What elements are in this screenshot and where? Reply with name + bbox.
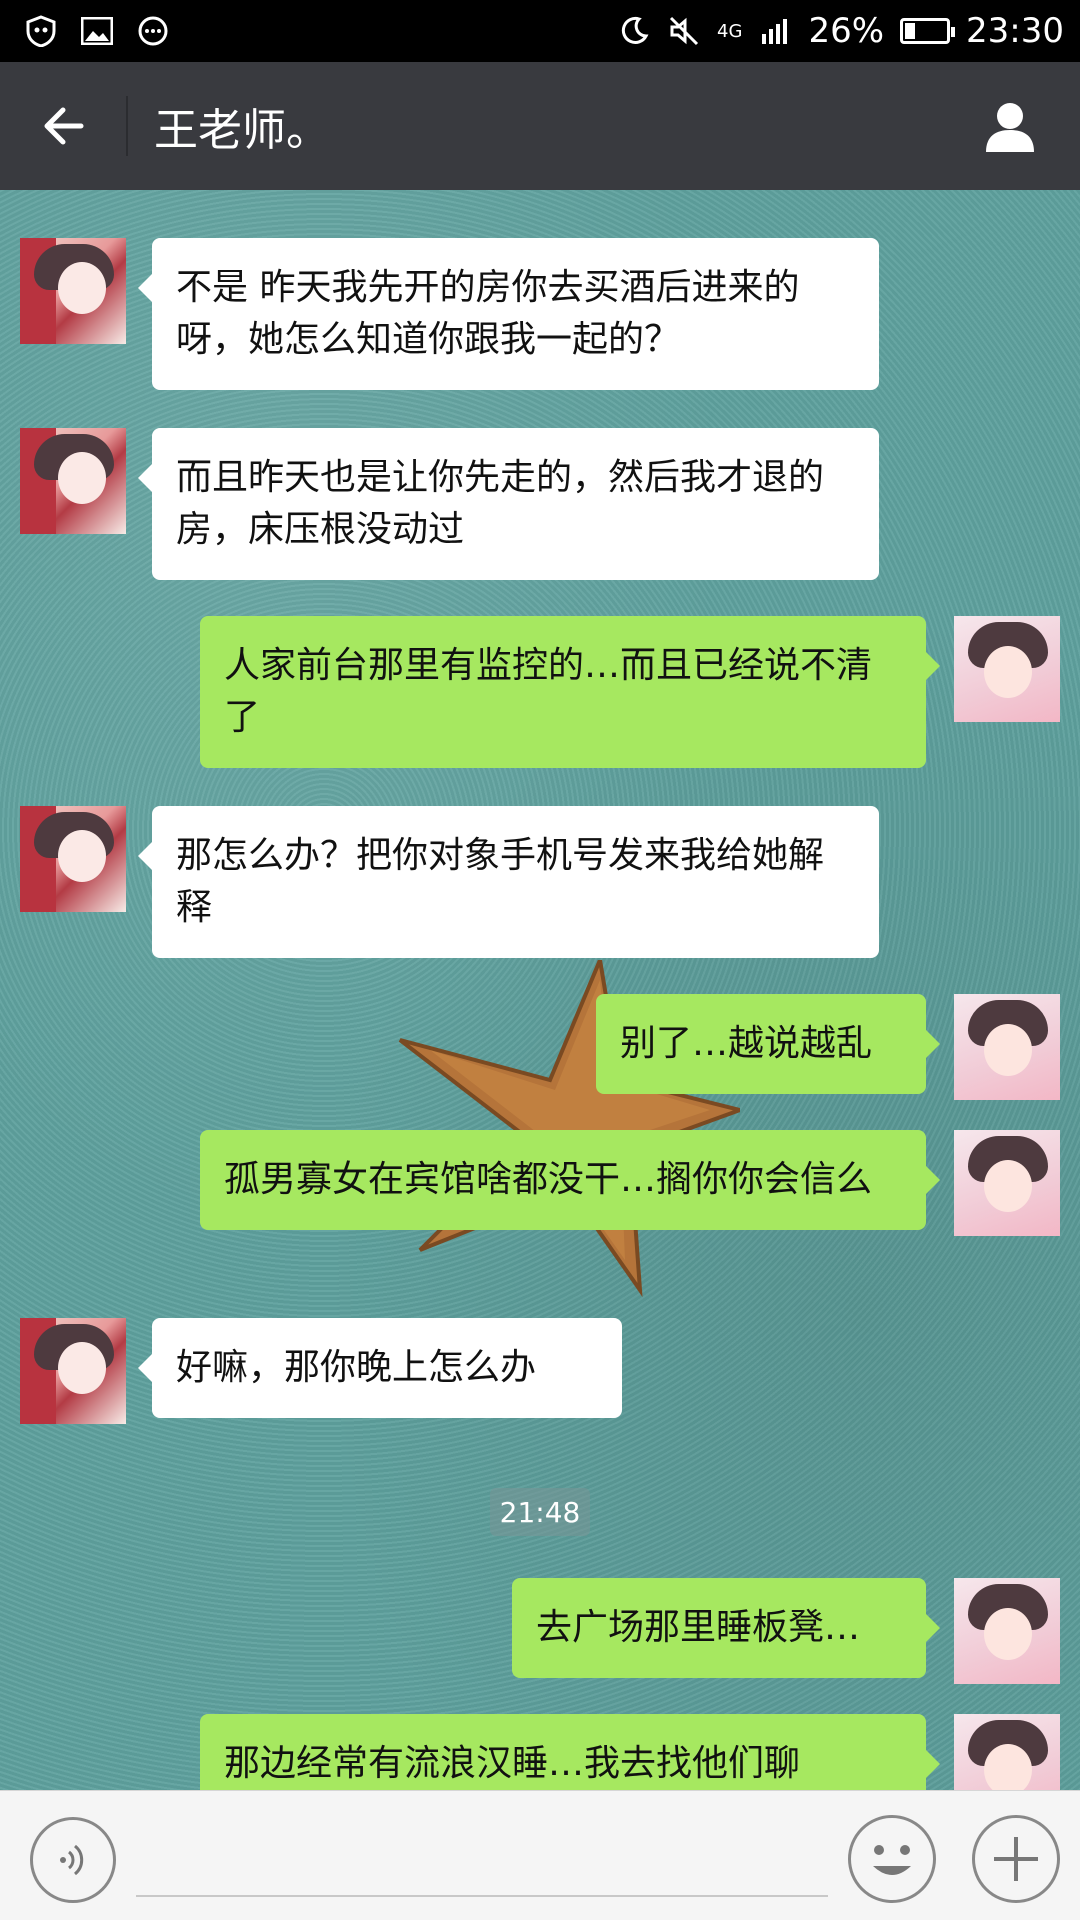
chat-title: 王老师。 bbox=[154, 105, 330, 156]
outgoing-message[interactable]: 孤男寡女在宾馆啥都没干…搁你你会信么 bbox=[200, 1130, 940, 1230]
clock: 23:30 bbox=[966, 11, 1064, 51]
emoji-button[interactable] bbox=[848, 1815, 936, 1903]
emoji-icon bbox=[873, 1845, 911, 1875]
chat-area[interactable]: 不是 昨天我先开的房你去买酒后进来的呀，她怎么知道你跟我一起的？ 而且昨天也是让… bbox=[0, 190, 1080, 1790]
incoming-message[interactable]: 不是 昨天我先开的房你去买酒后进来的呀，她怎么知道你跟我一起的？ bbox=[138, 238, 879, 390]
outgoing-message[interactable]: 那边经常有流浪汉睡…我去找他们聊 bbox=[200, 1714, 940, 1790]
header-divider bbox=[126, 96, 128, 156]
person-icon bbox=[986, 103, 1034, 152]
battery-icon bbox=[900, 18, 956, 44]
user-avatar[interactable] bbox=[954, 1130, 1060, 1236]
more-button[interactable] bbox=[972, 1815, 1060, 1903]
battery-percent: 26% bbox=[808, 11, 885, 51]
plus-icon bbox=[994, 1837, 1038, 1881]
back-button[interactable] bbox=[0, 62, 126, 190]
outgoing-message[interactable]: 去广场那里睡板凳… bbox=[512, 1578, 940, 1678]
gallery-icon bbox=[80, 14, 114, 48]
contact-avatar[interactable] bbox=[20, 238, 126, 344]
user-avatar[interactable] bbox=[954, 1578, 1060, 1684]
outgoing-message[interactable]: 别了…越说越乱 bbox=[596, 994, 940, 1094]
contact-avatar[interactable] bbox=[20, 1318, 126, 1424]
arrow-left-icon bbox=[44, 107, 84, 145]
contact-avatar[interactable] bbox=[20, 428, 126, 534]
message-input[interactable] bbox=[136, 1831, 828, 1897]
input-bar bbox=[0, 1790, 1080, 1920]
incoming-message[interactable]: 而且昨天也是让你先走的，然后我才退的房，床压根没动过 bbox=[138, 428, 879, 580]
voice-icon bbox=[60, 1844, 84, 1876]
status-bar: 4G 26% 23:30 bbox=[0, 0, 1080, 62]
user-avatar[interactable] bbox=[954, 1714, 1060, 1790]
voice-button[interactable] bbox=[30, 1817, 116, 1903]
chat-header: 王老师。 bbox=[0, 62, 1080, 190]
chat-bubble-icon bbox=[136, 14, 170, 48]
outgoing-message[interactable]: 人家前台那里有监控的…而且已经说不清了 bbox=[200, 616, 940, 768]
mute-icon bbox=[667, 14, 701, 48]
signal-icon bbox=[758, 14, 792, 48]
network-type: 4G bbox=[717, 20, 743, 42]
shield-icon bbox=[24, 14, 58, 48]
incoming-message[interactable]: 那怎么办？把你对象手机号发来我给她解释 bbox=[138, 806, 879, 958]
incoming-message[interactable]: 好嘛，那你晚上怎么办 bbox=[138, 1318, 622, 1418]
moon-icon bbox=[617, 14, 651, 48]
time-divider: 21:48 bbox=[490, 1488, 590, 1536]
user-avatar[interactable] bbox=[954, 994, 1060, 1100]
contact-avatar[interactable] bbox=[20, 806, 126, 912]
user-avatar[interactable] bbox=[954, 616, 1060, 722]
profile-button[interactable] bbox=[970, 86, 1050, 166]
